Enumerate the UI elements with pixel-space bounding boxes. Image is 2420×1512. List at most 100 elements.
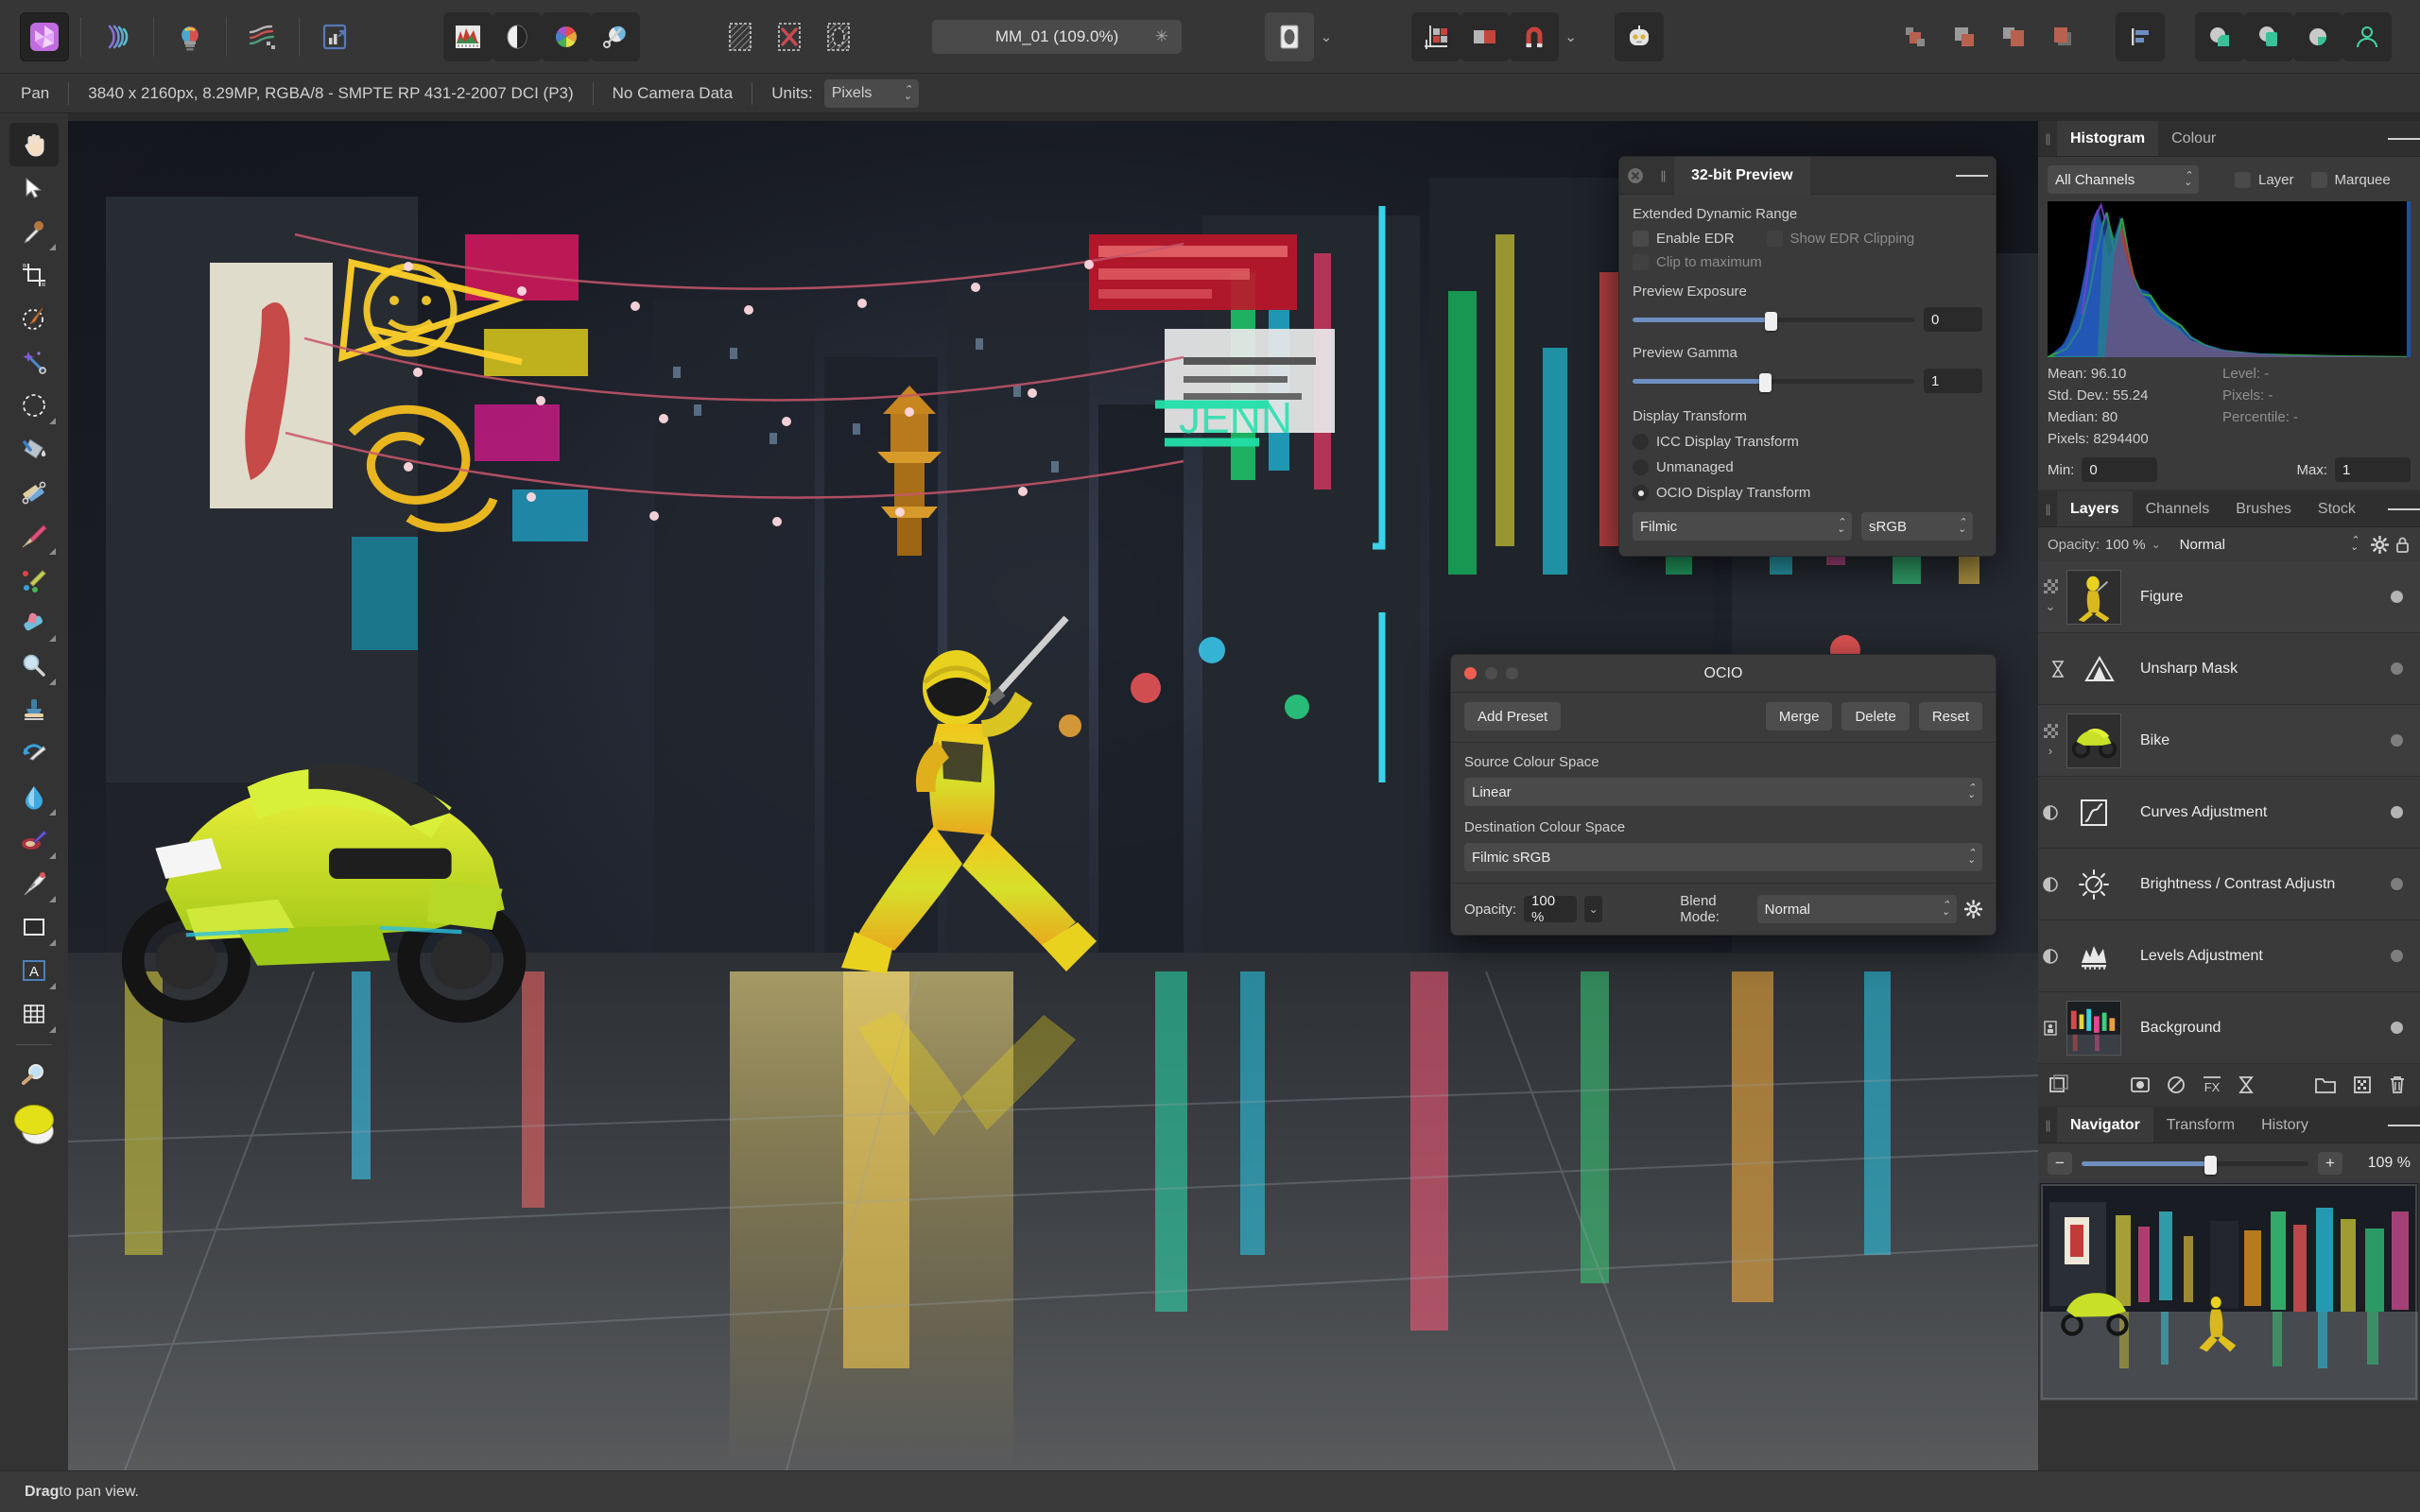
navigator-panel-menu-button[interactable] [2388,1108,2420,1143]
assistant-button[interactable] [1615,12,1664,61]
settings-gear-icon[interactable] [1964,899,1982,919]
layer-visibility-toggle[interactable] [2391,662,2403,675]
table-row[interactable]: Brightness / Contrast Adjustn [2038,849,2420,920]
ocio-display-select[interactable]: sRGB ⌃⌄ [1861,512,1973,541]
live-filter-alt-icon[interactable] [2238,1074,2255,1095]
add-preset-button[interactable]: Add Preset [1464,702,1561,730]
merge-button[interactable]: Merge [1766,702,1833,730]
close-panel-button[interactable] [1619,167,1651,184]
layer-visibility-toggle[interactable] [2391,878,2403,890]
move-forward-button[interactable] [1940,12,1989,61]
layer-visibility-toggle[interactable] [2391,950,2403,962]
close-window-button[interactable] [1464,667,1477,679]
mask-layer-icon[interactable] [2130,1074,2151,1095]
table-row[interactable]: Unsharp Mask [2038,633,2420,705]
preview-panel-menu-button[interactable] [1956,173,1988,179]
layers-list[interactable]: ⌄ Figure [2038,561,2420,1064]
table-row[interactable]: › Bike [2038,705,2420,777]
layer-snapshot-icon[interactable] [2048,1074,2070,1096]
preview-exposure-slider[interactable] [1633,315,1914,324]
live-filter-icon[interactable]: FX [2202,1074,2222,1095]
opacity-field[interactable]: 100 % [1524,896,1577,922]
document-tab[interactable]: MM_01 (109.0%) ✳ [932,20,1182,54]
delete-layer-icon[interactable] [2388,1074,2407,1095]
blur-brush-tool[interactable] [9,775,59,818]
histogram-min-field[interactable]: 0 [2082,457,2157,482]
tone-mapping-persona-button[interactable] [238,12,287,61]
adjustment-button[interactable] [493,12,542,61]
colour-wheel-button[interactable] [542,12,591,61]
histogram-toggle-button[interactable] [443,12,493,61]
tab-stock[interactable]: Stock [2305,491,2369,526]
layer-visibility-toggle[interactable] [2391,1022,2403,1034]
navigator-preview[interactable] [2040,1183,2418,1400]
chevron-down-icon[interactable]: ⌄ [2046,599,2056,614]
layer-visibility-toggle[interactable] [2391,591,2403,603]
units-select[interactable]: Pixels ⌃⌄ [824,79,919,108]
panel-grip[interactable]: || [2038,121,2057,156]
layer-opacity-dropdown[interactable]: ⌄ [2152,538,2161,551]
colour-swatches[interactable] [12,1103,56,1146]
dodge-burn-tool[interactable] [9,644,59,688]
layer-visibility-toggle[interactable] [2391,806,2403,818]
clone-brush-tool[interactable] [9,688,59,731]
move-to-front-button[interactable] [2038,12,2087,61]
zoom-window-button[interactable] [1506,667,1518,679]
chevron-right-icon[interactable]: › [2048,744,2052,758]
boolean-union-button[interactable] [2195,12,2244,61]
ocio-view-select[interactable]: Filmic ⌃⌄ [1633,512,1852,541]
layer-thumbnail[interactable] [2066,713,2121,768]
table-row[interactable]: Levels Adjustment [2038,920,2420,992]
zoom-in-button[interactable]: + [2318,1152,2342,1175]
rectangle-shape-tool[interactable] [9,905,59,949]
selection-brush-tool[interactable] [9,297,59,340]
panel-grip[interactable]: || [1651,168,1674,182]
boolean-add-button[interactable] [1891,12,1940,61]
tab-brushes[interactable]: Brushes [2222,491,2305,526]
primary-colour-swatch[interactable] [14,1105,54,1135]
add-pixel-layer-icon[interactable] [2352,1074,2373,1095]
tab-history[interactable]: History [2248,1108,2322,1143]
deselect-button[interactable] [765,12,814,61]
account-button[interactable] [2342,12,2392,61]
tab-histogram[interactable]: Histogram [2057,121,2158,156]
ocio-dialog[interactable]: OCIO Add Preset Merge Delete Reset Sourc… [1450,654,1996,936]
export-persona-button[interactable] [311,12,360,61]
tab-channels[interactable]: Channels [2133,491,2223,526]
quick-mask-dropdown[interactable]: ⌄ [1314,28,1339,45]
undo-brush-tool[interactable] [9,731,59,775]
tab-navigator[interactable]: Navigator [2057,1108,2153,1143]
zoom-slider[interactable] [2082,1159,2308,1168]
preview-panel-dialog[interactable]: || 32-bit Preview Extended Dynamic Range… [1618,156,1996,557]
colour-picker-button[interactable] [591,12,640,61]
histogram-layer-checkbox[interactable] [2235,172,2251,188]
flood-select-tool[interactable] [9,340,59,384]
boolean-subtract-button[interactable] [2244,12,2293,61]
colour-picker-tool[interactable] [9,210,59,253]
layer-visibility-toggle[interactable] [2391,734,2403,747]
boolean-intersect-button[interactable] [2293,12,2342,61]
minimize-window-button[interactable] [1485,667,1497,679]
source-colour-space-select[interactable]: Linear ⌃⌄ [1464,778,1982,806]
preview-panel-header[interactable]: || 32-bit Preview [1619,157,1996,195]
histogram-max-field[interactable]: 1 [2335,457,2411,482]
gradient-tool[interactable] [9,471,59,514]
layer-thumbnail[interactable] [2066,1001,2121,1056]
histogram-channel-select[interactable]: All Channels ⌃⌄ [2048,165,2199,194]
enable-edr-checkbox[interactable] [1633,231,1649,247]
erase-brush-tool[interactable] [9,601,59,644]
table-row[interactable]: Curves Adjustment [2038,777,2420,849]
pen-tool[interactable] [9,862,59,905]
ocio-dialog-header[interactable]: OCIO [1451,655,1996,693]
layer-settings-gear-icon[interactable] [2371,536,2389,554]
layer-thumbnail[interactable] [2066,570,2121,625]
artistic-text-tool[interactable]: A [9,949,59,992]
preview-gamma-value[interactable]: 1 [1924,369,1982,393]
delete-button[interactable]: Delete [1841,702,1909,730]
tab-transform[interactable]: Transform [2153,1108,2248,1143]
clip-to-maximum-checkbox[interactable] [1633,254,1649,270]
smudge-brush-tool[interactable] [9,818,59,862]
tab-layers[interactable]: Layers [2057,491,2133,526]
move-back-button[interactable] [1989,12,2038,61]
move-tool[interactable] [9,166,59,210]
